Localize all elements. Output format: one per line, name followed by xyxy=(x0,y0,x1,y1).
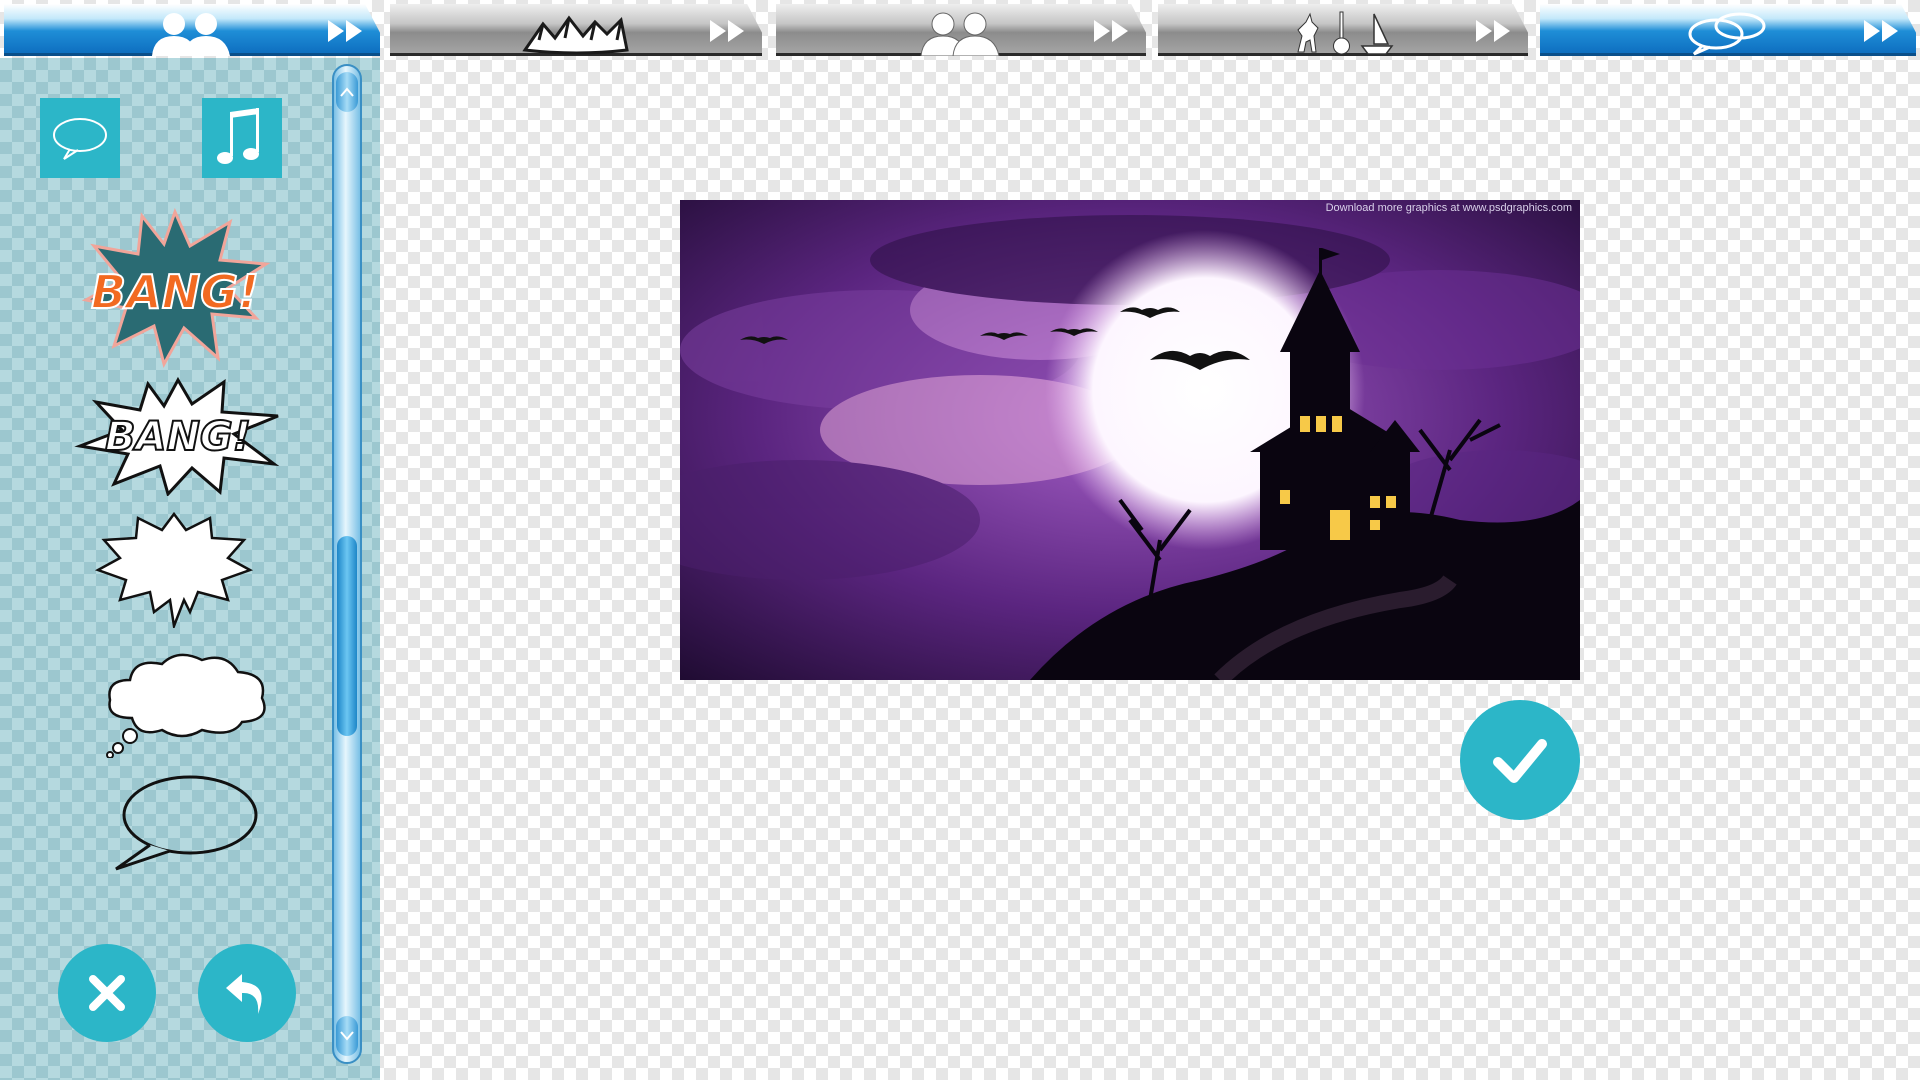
tab-backgrounds[interactable] xyxy=(390,4,762,56)
fast-forward-icon xyxy=(1094,20,1128,42)
bang-white-sticker[interactable]: BANG! xyxy=(74,376,284,501)
tab-speech-bubbles[interactable] xyxy=(1540,4,1916,56)
music-category-button[interactable] xyxy=(202,98,282,178)
haunted-house-image[interactable]: Download more graphics at www.psdgraphic… xyxy=(680,200,1580,680)
scroll-thumb[interactable] xyxy=(337,536,357,736)
bang-white-text: BANG! xyxy=(105,414,251,460)
speech-bubbles-icon xyxy=(1688,12,1766,56)
people-silhouette-icon xyxy=(152,13,230,56)
tab-objects[interactable] xyxy=(1158,4,1528,56)
scroll-down-button[interactable] xyxy=(336,1016,358,1056)
fast-forward-icon xyxy=(328,20,362,42)
close-icon xyxy=(89,975,125,1011)
speech-bubble-sticker[interactable] xyxy=(110,773,260,878)
chevron-up-icon xyxy=(340,87,354,97)
haunted-house-scene xyxy=(680,200,1580,680)
sticker-sidebar: BANG! BANG! xyxy=(0,58,380,1080)
bang-explosion-icon: BANG! xyxy=(74,376,280,497)
mountains-icon xyxy=(522,15,629,55)
undo-button[interactable] xyxy=(198,944,296,1042)
fast-forward-icon xyxy=(1476,20,1510,42)
tab-characters[interactable] xyxy=(4,4,380,56)
speech-bubble-icon xyxy=(53,118,107,160)
tab-people[interactable] xyxy=(776,4,1146,56)
checkmark-icon xyxy=(1493,739,1547,783)
thought-bubble-sticker[interactable] xyxy=(102,648,272,763)
shout-bubble-icon xyxy=(94,511,254,631)
unicorn-guitar-sailboat-icon xyxy=(1297,11,1394,55)
confirm-button[interactable] xyxy=(1460,700,1580,820)
bang-orange-sticker[interactable]: BANG! xyxy=(80,207,271,373)
speech-bubble-category-button[interactable] xyxy=(40,98,120,178)
close-button[interactable] xyxy=(58,944,156,1042)
watermark-text: Download more graphics at www.psdgraphic… xyxy=(1325,202,1572,214)
sidebar-scrollbar[interactable] xyxy=(332,64,362,1064)
fast-forward-icon xyxy=(1864,20,1898,42)
shout-bubble-sticker[interactable] xyxy=(94,508,254,633)
bang-orange-text: BANG! xyxy=(91,265,259,319)
chevron-down-icon xyxy=(340,1031,354,1041)
fast-forward-icon xyxy=(710,20,744,42)
undo-icon xyxy=(226,974,262,1014)
speech-bubble-outline-icon xyxy=(115,775,258,871)
music-note-icon xyxy=(217,108,259,164)
bang-explosion-icon: BANG! xyxy=(81,207,271,368)
people-silhouette-icon xyxy=(920,12,1000,56)
thought-bubble-icon xyxy=(106,653,266,759)
scroll-up-button[interactable] xyxy=(336,72,358,112)
top-tab-bar xyxy=(0,0,1920,58)
